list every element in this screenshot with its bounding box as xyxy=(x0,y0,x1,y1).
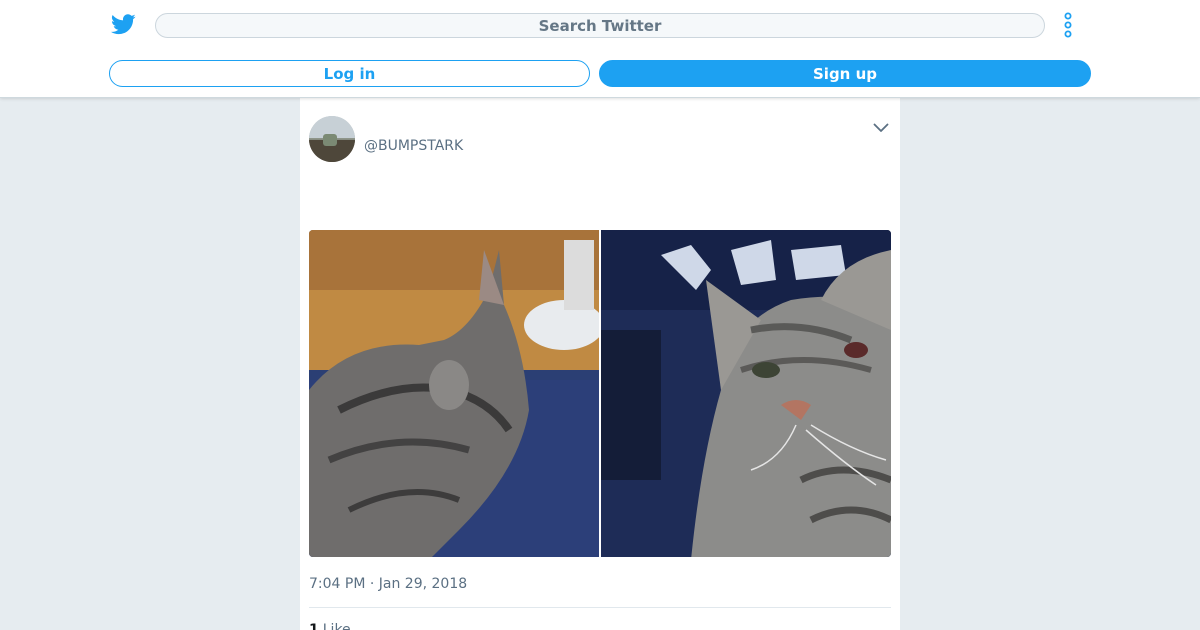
tweet-timestamp[interactable]: 7:04 PM · Jan 29, 2018 xyxy=(309,576,467,592)
search-placeholder: Search Twitter xyxy=(538,16,662,35)
divider xyxy=(309,607,891,608)
user-handle[interactable]: @BUMPSTARK xyxy=(364,138,463,154)
twitter-bird-icon[interactable] xyxy=(111,12,136,36)
avatar[interactable] xyxy=(309,116,355,162)
like-count-label: Like xyxy=(322,622,351,630)
chevron-down-icon[interactable] xyxy=(872,121,890,135)
tweet-media-grid xyxy=(309,230,891,557)
signup-button[interactable]: Sign up xyxy=(599,60,1091,87)
login-button[interactable]: Log in xyxy=(109,60,590,87)
top-navigation-bar: Search Twitter Log in Sign up xyxy=(0,0,1200,98)
more-vertical-icon[interactable] xyxy=(1058,11,1078,39)
like-count[interactable]: 1 Like xyxy=(309,622,351,630)
cat-photo-2[interactable] xyxy=(601,230,891,557)
tweet-card: @BUMPSTARK 7:04 PM · Jan 29, 2018 1 Like xyxy=(300,98,900,630)
like-count-value: 1 xyxy=(309,622,319,630)
cat-photo-1[interactable] xyxy=(309,230,599,557)
search-input[interactable]: Search Twitter xyxy=(155,13,1045,38)
